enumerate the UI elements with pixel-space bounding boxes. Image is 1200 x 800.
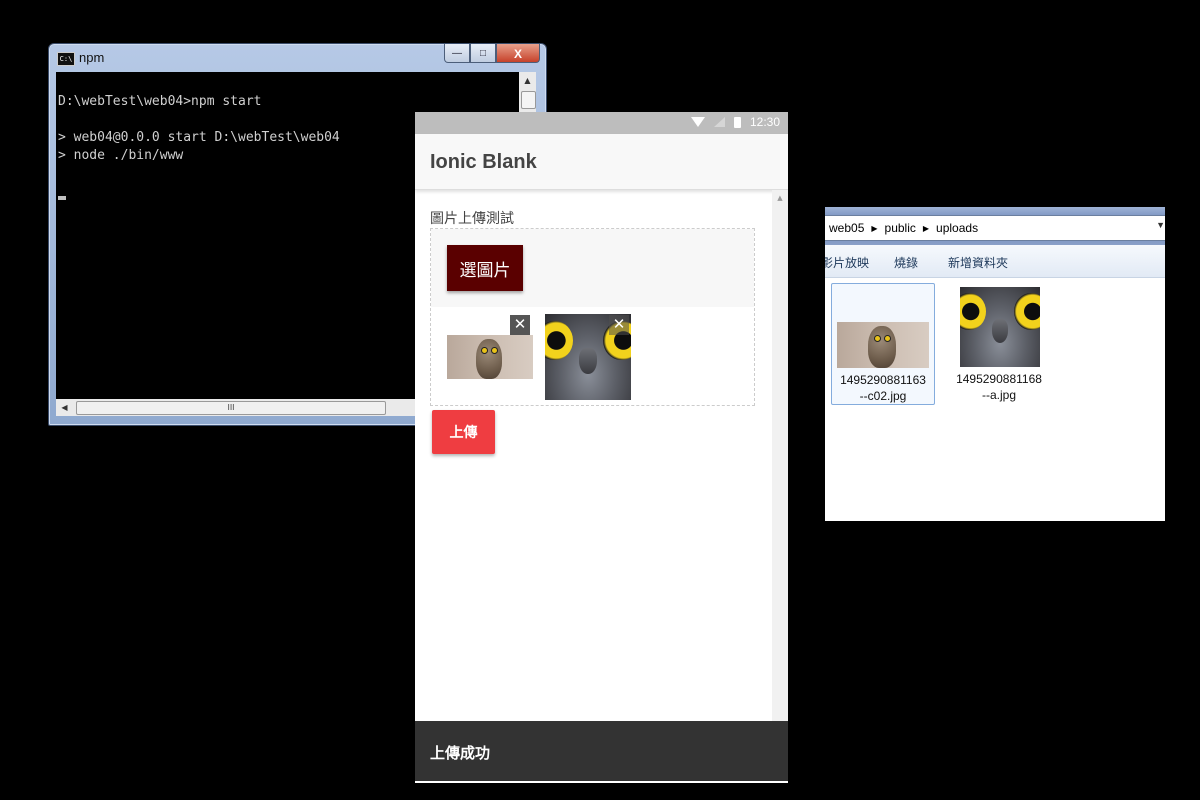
- android-app: 12:30 Ionic Blank ▲ 圖片上傳測試 選圖片 ✕ ✕ 上傳 上傳…: [415, 112, 788, 783]
- scroll-left-arrow-icon[interactable]: ◀: [56, 399, 73, 416]
- close-button[interactable]: X: [496, 44, 540, 63]
- horizontal-scroll-thumb[interactable]: III: [76, 401, 386, 415]
- console-cursor: [58, 196, 66, 200]
- remove-image-icon[interactable]: ✕: [609, 315, 629, 335]
- breadcrumb-public[interactable]: public: [881, 221, 920, 235]
- console-titlebar[interactable]: C:\ npm — □ X: [49, 44, 546, 72]
- minimize-button[interactable]: —: [444, 44, 470, 63]
- console-line: > node ./bin/www: [58, 148, 184, 163]
- remove-image-icon[interactable]: ✕: [510, 315, 530, 335]
- toolbar-slideshow[interactable]: 影片放映: [825, 254, 869, 271]
- status-bar: 12:30: [415, 112, 788, 134]
- console-title: npm: [79, 50, 105, 65]
- explorer-top-frame: web05 ▶ public ▶ uploads ▼: [825, 207, 1165, 245]
- toast-message: 上傳成功: [430, 744, 491, 762]
- battery-icon: [733, 116, 741, 128]
- address-bar[interactable]: web05 ▶ public ▶ uploads ▼: [825, 215, 1165, 241]
- app-header: Ionic Blank: [415, 134, 788, 190]
- toast-notification: 上傳成功: [415, 721, 788, 781]
- owl-full-body-photo: [447, 335, 533, 379]
- file-name: 1495290881163 --c02.jpg: [840, 373, 926, 403]
- wifi-icon: [690, 117, 705, 127]
- chevron-right-icon[interactable]: ▶: [868, 224, 880, 233]
- file-item[interactable]: 1495290881168 --a.jpg: [947, 283, 1051, 405]
- explorer-toolbar: 影片放映 燒錄 新增資料夾: [825, 245, 1165, 278]
- upload-picker-panel: 選圖片: [431, 229, 754, 307]
- chevron-down-icon[interactable]: ▼: [1156, 220, 1165, 230]
- owl-eyes-closeup-photo: [960, 287, 1040, 367]
- file-name: 1495290881168 --a.jpg: [956, 372, 1042, 402]
- maximize-button[interactable]: □: [470, 44, 496, 63]
- toolbar-burn[interactable]: 燒錄: [894, 254, 918, 271]
- upload-area: 選圖片 ✕ ✕: [430, 228, 755, 406]
- toolbar-new-folder[interactable]: 新增資料夾: [948, 254, 1008, 271]
- app-title: Ionic Blank: [430, 151, 537, 173]
- console-app-icon: C:\: [57, 52, 75, 66]
- breadcrumb-web05[interactable]: web05: [825, 221, 868, 235]
- window-controls: — □ X: [444, 44, 540, 63]
- scroll-up-arrow-icon[interactable]: ▲: [519, 72, 536, 89]
- chevron-right-icon[interactable]: ▶: [920, 224, 932, 233]
- choose-image-button[interactable]: 選圖片: [447, 245, 523, 291]
- content-scrollbar[interactable]: ▲: [772, 190, 788, 721]
- signal-icon: [713, 117, 725, 127]
- scroll-up-arrow-icon[interactable]: ▲: [772, 194, 788, 202]
- vertical-scroll-thumb[interactable]: [521, 91, 536, 109]
- status-time: 12:30: [749, 115, 780, 129]
- console-line: D:\webTest\web04>npm start: [58, 94, 262, 109]
- file-item[interactable]: 1495290881163 --c02.jpg: [831, 283, 935, 405]
- explorer-window[interactable]: web05 ▶ public ▶ uploads ▼ 影片放映 燒錄 新增資料夾…: [825, 207, 1165, 521]
- owl-full-body-photo: [837, 322, 929, 368]
- section-label: 圖片上傳測試: [430, 210, 514, 226]
- console-line: > web04@0.0.0 start D:\webTest\web04: [58, 130, 340, 145]
- breadcrumb-uploads[interactable]: uploads: [932, 221, 982, 235]
- upload-button[interactable]: 上傳: [432, 410, 495, 454]
